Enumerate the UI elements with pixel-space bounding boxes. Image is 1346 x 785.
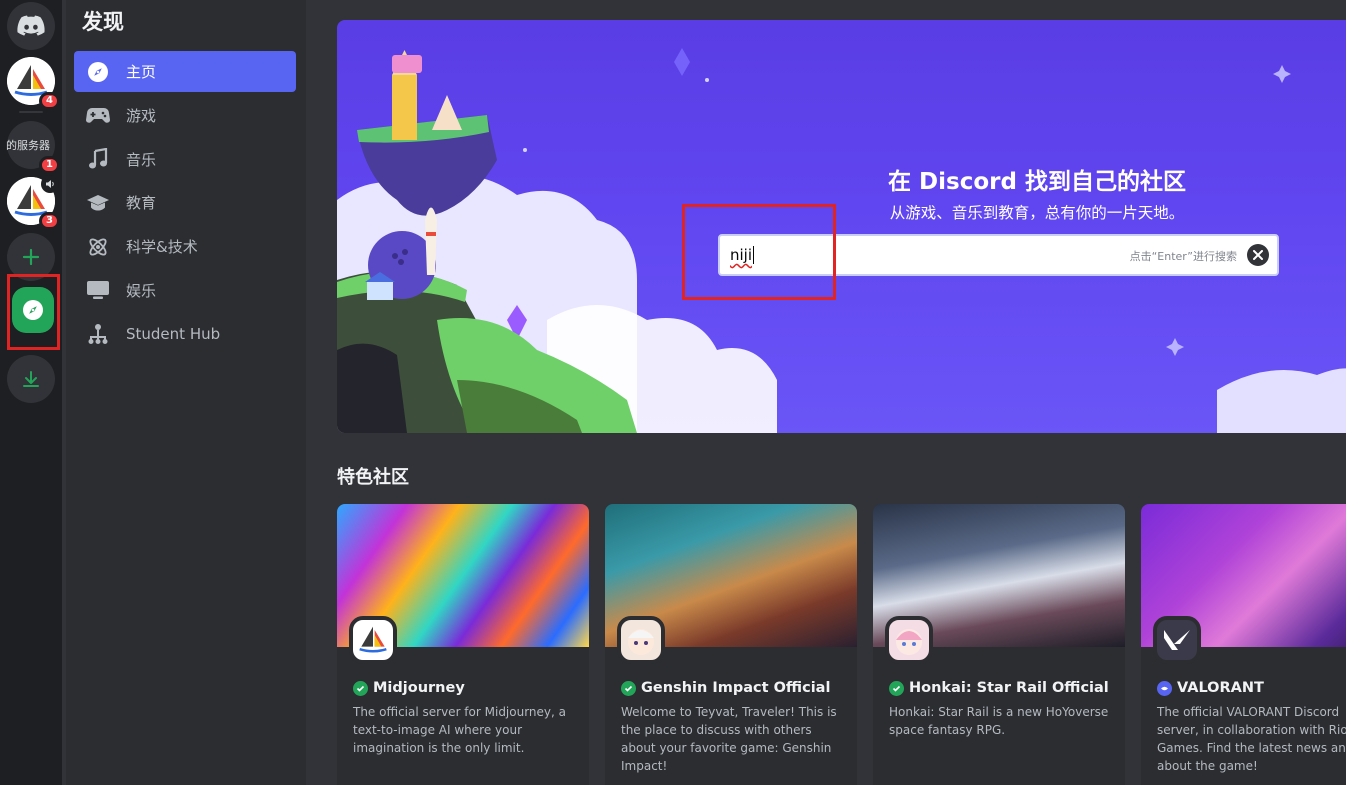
card-name-text: Genshin Impact Official — [641, 680, 831, 696]
server-name-label: 的服务器 — [6, 139, 50, 152]
nav-item-entertainment[interactable]: 娱乐 — [74, 270, 296, 311]
atom-icon — [86, 235, 110, 259]
server-midjourney-2[interactable]: 3 — [7, 175, 60, 230]
community-card-midjourney[interactable]: Midjourney The official server for Midjo… — [337, 504, 589, 785]
nav-item-label: 科学&技术 — [126, 238, 198, 257]
clear-search-button[interactable] — [1247, 244, 1269, 266]
notification-badge: 4 — [39, 92, 60, 110]
card-name-text: Midjourney — [373, 680, 465, 696]
hierarchy-icon — [86, 322, 110, 346]
hero-subtitle: 从游戏、音乐到教育，总有你的一片天地。 — [889, 204, 1185, 222]
card-title: Midjourney — [353, 680, 465, 696]
plus-icon — [22, 248, 40, 266]
card-title: VALORANT — [1157, 680, 1264, 696]
nav-item-label: 教育 — [126, 194, 157, 213]
compass-icon — [86, 60, 110, 84]
nav-item-education[interactable]: 教育 — [74, 182, 296, 223]
notification-badge: 3 — [39, 212, 60, 230]
card-name-text: Honkai: Star Rail Official — [909, 680, 1109, 696]
nav-item-science-tech[interactable]: 科学&技术 — [74, 226, 296, 267]
card-name-text: VALORANT — [1177, 680, 1264, 696]
explore-discoverable-servers-button[interactable] — [12, 287, 54, 333]
speaker-icon — [41, 175, 59, 193]
music-note-icon — [86, 147, 110, 171]
server-icon — [885, 616, 933, 664]
discover-sidebar: 发现 主页 游戏 音乐 教育 科学&技术 娱乐 Student Hub — [66, 0, 306, 785]
community-card-honkai[interactable]: Honkai: Star Rail Official Honkai: Star … — [873, 504, 1125, 785]
sidebar-title: 发现 — [82, 10, 124, 34]
verified-icon — [889, 680, 904, 696]
card-description: The official VALORANT Discord server, in… — [1157, 705, 1346, 773]
nav-item-music[interactable]: 音乐 — [74, 139, 296, 180]
discover-main: 在 Discord 找到自己的社区 从游戏、音乐到教育，总有你的一片天地。 ni… — [306, 0, 1346, 785]
gamepad-icon — [86, 103, 110, 127]
nav-item-student-hub[interactable]: Student Hub — [74, 314, 296, 355]
nav-item-label: 游戏 — [126, 106, 157, 125]
server-midjourney-1[interactable]: 4 — [7, 57, 60, 110]
search-hint: 点击“Enter”进行搜索 — [1129, 250, 1237, 263]
add-server-button[interactable] — [7, 233, 55, 281]
featured-communities-title: 特色社区 — [337, 467, 409, 488]
verified-icon — [353, 680, 368, 696]
card-description: Honkai: Star Rail is a new HoYoverse spa… — [889, 705, 1109, 737]
march7th-avatar-icon — [896, 629, 922, 655]
server-rail: 4 的服务器 1 3 — [0, 0, 62, 785]
nav-item-gaming[interactable]: 游戏 — [74, 95, 296, 136]
notification-badge: 1 — [39, 156, 60, 174]
nav-item-label: 主页 — [126, 63, 157, 81]
home-button[interactable] — [7, 2, 55, 50]
rail-separator — [19, 111, 43, 113]
server-text-icon[interactable]: 的服务器 1 — [6, 121, 60, 174]
compass-icon — [23, 300, 43, 320]
partnered-icon — [1157, 680, 1172, 696]
valorant-logo-icon — [1164, 630, 1190, 650]
discover-nav: 主页 游戏 音乐 教育 科学&技术 娱乐 Student Hub — [74, 51, 296, 358]
server-icon — [617, 616, 665, 664]
community-card-valorant[interactable]: VALORANT The official VALORANT Discord s… — [1141, 504, 1346, 785]
paimon-avatar-icon — [628, 629, 654, 655]
nav-item-label: Student Hub — [126, 325, 221, 344]
search-input-value: niji — [730, 246, 753, 264]
hero-title: 在 Discord 找到自己的社区 — [888, 169, 1186, 195]
close-icon — [1253, 250, 1263, 260]
nav-item-label: 娱乐 — [126, 281, 157, 300]
card-title: Genshin Impact Official — [621, 680, 830, 696]
card-title: Honkai: Star Rail Official — [889, 680, 1109, 696]
server-icon — [349, 616, 397, 664]
nav-item-home[interactable]: 主页 — [74, 51, 296, 92]
card-description: The official server for Midjourney, a te… — [353, 705, 567, 755]
server-search-input[interactable]: niji 点击“Enter”进行搜索 — [718, 234, 1279, 276]
sailboat-icon — [359, 626, 387, 653]
graduation-cap-icon — [86, 191, 110, 215]
card-description: Welcome to Teyvat, Traveler! This is the… — [621, 705, 837, 773]
discord-app: 4 的服务器 1 3 发现 主页 游戏 音乐 教育 科学&技术 娱乐 Stude… — [0, 0, 1346, 785]
hero-illustration — [337, 48, 1346, 433]
verified-icon — [621, 680, 636, 696]
hero-banner: 在 Discord 找到自己的社区 从游戏、音乐到教育，总有你的一片天地。 ni… — [337, 20, 1346, 433]
text-caret — [753, 246, 755, 264]
community-card-genshin[interactable]: Genshin Impact Official Welcome to Teyva… — [605, 504, 857, 785]
tv-icon — [86, 278, 110, 302]
nav-item-label: 音乐 — [126, 150, 157, 169]
download-icon — [23, 371, 39, 387]
server-icon — [1153, 616, 1201, 664]
download-apps-button[interactable] — [7, 355, 55, 403]
discord-logo-icon — [17, 15, 45, 36]
